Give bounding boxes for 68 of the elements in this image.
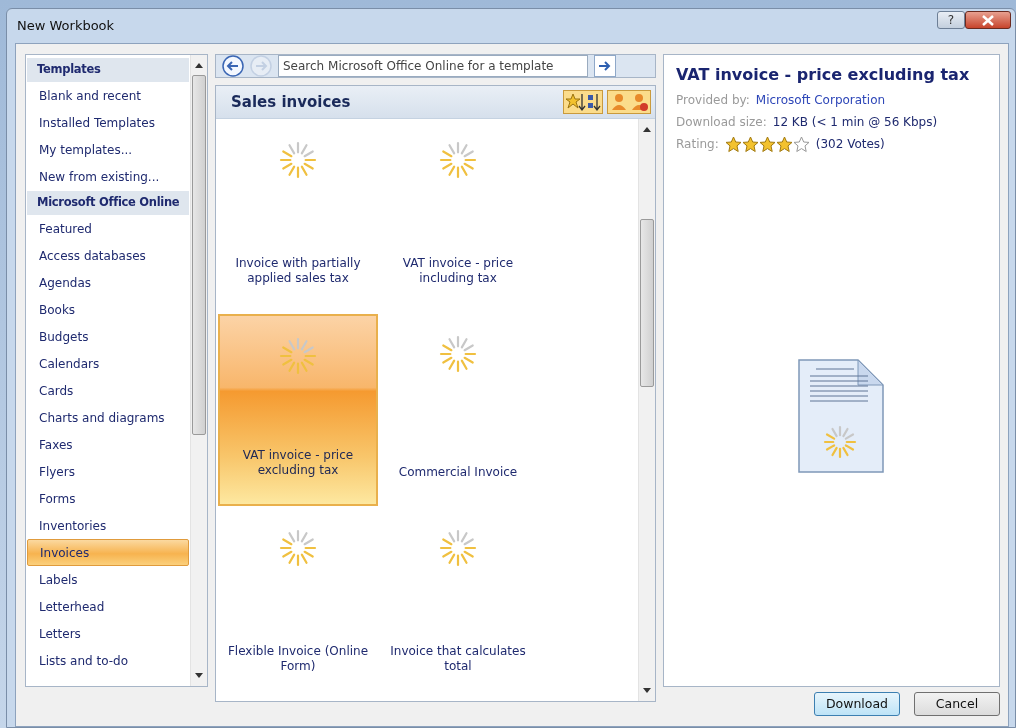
scroll-down-icon[interactable] (195, 673, 203, 678)
category-item[interactable]: Flyers (27, 458, 189, 485)
vote-count: (302 Votes) (815, 136, 885, 153)
category-item[interactable]: Cards (27, 377, 189, 404)
help-button[interactable]: ? (937, 11, 965, 29)
category-item[interactable]: My templates... (27, 136, 189, 163)
arrow-icon (598, 60, 612, 72)
category-item[interactable]: Lists and to-do (27, 647, 189, 674)
category-item[interactable]: New from existing... (27, 163, 189, 190)
search-go-button[interactable] (594, 55, 616, 77)
category-header: Microsoft Office Online (27, 191, 189, 215)
template-tile[interactable]: VAT invoice - price including tax (378, 119, 538, 313)
provider-link[interactable]: Microsoft Corporation (755, 91, 886, 109)
scroll-thumb[interactable] (640, 219, 654, 387)
sort-by-rating-button[interactable] (563, 90, 603, 114)
template-tile[interactable]: VAT invoice - price excluding tax (218, 314, 378, 506)
user-filter-button[interactable] (607, 90, 651, 114)
scroll-thumb[interactable] (192, 75, 206, 435)
category-item[interactable]: Inventories (27, 512, 189, 539)
category-item[interactable]: Access databases (27, 242, 189, 269)
loading-spinner-icon (278, 336, 318, 376)
loading-spinner-icon (278, 528, 318, 568)
loading-spinner-icon (278, 140, 318, 180)
close-icon (981, 14, 995, 26)
category-item[interactable]: Faxes (27, 431, 189, 458)
category-item[interactable]: Charts and diagrams (27, 404, 189, 431)
download-button[interactable]: Download (814, 692, 900, 716)
document-preview-icon (798, 358, 884, 473)
template-tile[interactable]: Commercial Invoice (378, 313, 538, 507)
category-item[interactable]: Forms (27, 485, 189, 512)
category-item[interactable]: Letters (27, 620, 189, 647)
cancel-button[interactable]: Cancel (914, 692, 1000, 716)
template-tile[interactable]: Invoice with partially applied sales tax (218, 119, 378, 313)
window-title: New Workbook (17, 17, 115, 36)
download-size: 12 KB (< 1 min @ 56 Kbps) (772, 114, 938, 131)
loading-spinner-icon (438, 528, 478, 568)
scroll-up-icon[interactable] (195, 63, 203, 68)
scroll-down-icon[interactable] (643, 688, 651, 693)
search-field[interactable]: Search Microsoft Office Online for a template (278, 55, 588, 77)
star-icon (758, 135, 776, 153)
size-label: Download size: (676, 114, 767, 131)
back-button[interactable] (222, 55, 244, 77)
gallery-title: Sales invoices (231, 91, 352, 113)
category-header: Templates (27, 58, 189, 82)
template-tile[interactable]: Flexible Invoice (Online Form) (218, 507, 378, 701)
category-item[interactable]: Budgets (27, 323, 189, 350)
loading-spinner-icon (438, 334, 478, 374)
close-button[interactable] (965, 11, 1011, 29)
category-item[interactable]: Blank and recent (27, 82, 189, 109)
category-item[interactable]: Agendas (27, 269, 189, 296)
category-item[interactable]: Invoices (27, 539, 189, 566)
category-item[interactable]: Labels (27, 566, 189, 593)
scroll-up-icon[interactable] (643, 127, 651, 132)
star-icon (775, 135, 793, 153)
category-item[interactable]: Books (27, 296, 189, 323)
template-tile[interactable]: Invoice that calculates total (378, 507, 538, 701)
scrollbar[interactable] (638, 119, 655, 701)
star-icon (741, 135, 759, 153)
category-item[interactable]: Letterhead (27, 593, 189, 620)
rating-label: Rating: (676, 136, 719, 153)
provider-label: Provided by: (676, 92, 750, 109)
star-icon (724, 135, 742, 153)
scrollbar[interactable] (190, 55, 207, 686)
category-item[interactable]: Featured (27, 215, 189, 242)
template-title: VAT invoice - price excluding tax (676, 64, 971, 86)
loading-spinner-icon (438, 140, 478, 180)
category-item[interactable]: Installed Templates (27, 109, 189, 136)
category-item[interactable]: Calendars (27, 350, 189, 377)
